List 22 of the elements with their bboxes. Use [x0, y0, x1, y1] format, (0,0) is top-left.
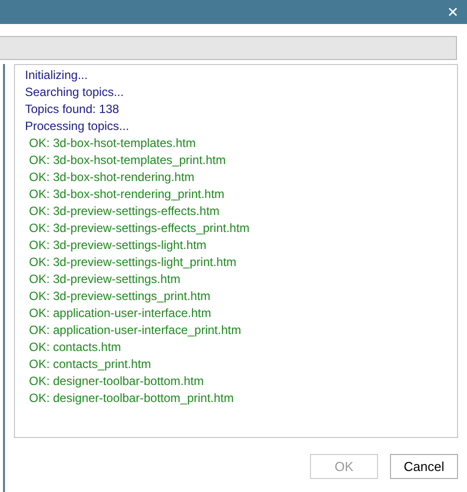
log-success-line: OK: 3d-box-hsot-templates_print.htm — [28, 152, 226, 169]
log-success-line: OK: designer-toolbar-bottom.htm — [28, 373, 204, 390]
log-status-line: Searching topics... — [25, 84, 124, 101]
log-success-line: OK: 3d-box-hsot-templates.htm — [28, 135, 196, 152]
log-status-line: Topics found: 138 — [25, 101, 120, 118]
cancel-button[interactable]: Cancel — [390, 454, 458, 479]
log-success-line: OK: application-user-interface_print.htm — [28, 322, 242, 339]
log-status-line: Initializing... — [25, 67, 88, 84]
log-success-line: OK: 3d-preview-settings_print.htm — [28, 288, 210, 305]
close-button[interactable]: ✕ — [447, 5, 459, 19]
log-status-line: Processing topics... — [25, 118, 130, 135]
log-success-line: OK: 3d-box-shot-rendering_print.htm — [28, 186, 224, 203]
log-success-line: OK: 3d-preview-settings-effects_print.htm — [28, 220, 250, 237]
log-success-line: OK: 3d-preview-settings-effects.htm — [28, 203, 220, 220]
log-success-line: OK: contacts_print.htm — [28, 356, 152, 373]
log-success-line: OK: 3d-preview-settings.htm — [28, 271, 180, 288]
log-success-line: OK: contacts.htm — [28, 339, 122, 356]
log-success-line: OK: 3d-box-shot-rendering.htm — [28, 169, 194, 186]
log-success-line: OK: designer-toolbar-bottom_print.htm — [28, 390, 234, 407]
log-success-line: OK: 3d-preview-settings-light.htm — [28, 237, 206, 254]
log-success-line: OK: application-user-interface.htm — [28, 305, 212, 322]
log-success-line: OK: 3d-preview-settings-light_print.htm — [28, 254, 236, 271]
